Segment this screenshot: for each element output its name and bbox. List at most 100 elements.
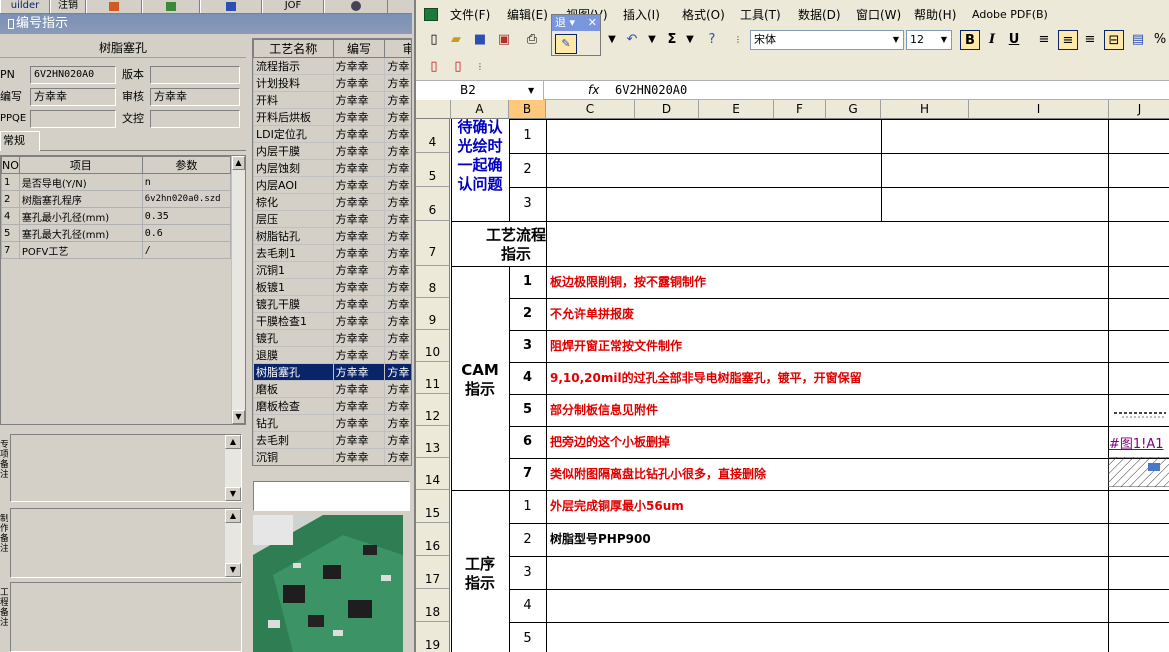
row-header[interactable]: 7 [416, 221, 450, 266]
row-header[interactable]: 17 [416, 556, 450, 589]
params-row[interactable]: 1 是否导电(Y/N) n [1, 173, 232, 191]
currency-icon[interactable]: ▤ [1128, 30, 1148, 50]
process-number-cell[interactable]: 4 [509, 589, 546, 622]
merge-center-icon[interactable]: ⊟ [1104, 30, 1124, 50]
menu-file[interactable]: 文件(F) [450, 4, 490, 26]
pdf-email-icon[interactable]: ▯ [448, 57, 468, 77]
font-size-select[interactable]: 12 ▼ [906, 30, 952, 50]
chevron-down-icon[interactable]: ▼ [937, 31, 951, 49]
process-row[interactable]: 开料 方幸幸 方幸 [253, 91, 411, 109]
param-value[interactable]: 0.35 [141, 207, 232, 225]
row-header[interactable]: 11 [416, 362, 450, 394]
scroll-up-icon[interactable]: ▲ [232, 156, 245, 170]
params-row[interactable]: 4 塞孔最小孔径(mm) 0.35 [1, 207, 232, 225]
menu-insert[interactable]: 插入(I) [623, 4, 660, 26]
process-row[interactable]: 镀孔 方幸幸 方幸 [253, 329, 411, 347]
scroll-up-icon[interactable]: ▲ [225, 435, 241, 449]
scroll-up-icon[interactable]: ▲ [225, 509, 241, 523]
select-all-corner[interactable] [416, 100, 451, 119]
align-left-icon[interactable]: ≡ [1034, 30, 1054, 50]
spreadsheet[interactable]: A B C D E F G H I J 4 5 6 7 8 9 10 11 12 13 14 15 16… [416, 100, 1169, 652]
scroll-down-icon[interactable]: ▼ [225, 563, 241, 577]
row-header[interactable]: 13 [416, 426, 450, 458]
menu-help[interactable]: 帮助(H) [914, 4, 956, 26]
menu-edit[interactable]: 编辑(E) [507, 4, 548, 26]
name-box-dropdown-icon[interactable]: ▼ [528, 81, 534, 100]
app-menu-jof[interactable]: JOF [262, 0, 324, 13]
process-row[interactable]: LDI定位孔 方幸幸 方幸 [253, 125, 411, 143]
process-row[interactable]: 计划投料 方幸幸 方幸 [253, 74, 411, 92]
col-header[interactable]: J [1109, 100, 1169, 119]
col-header[interactable]: B [509, 100, 546, 119]
cam-number-cell[interactable]: 4 [509, 362, 546, 394]
menu-data[interactable]: 数据(D) [798, 4, 841, 26]
row-header[interactable]: 18 [416, 589, 450, 622]
process-row[interactable]: 树脂钻孔 方幸幸 方幸 [253, 227, 411, 245]
cam-number-cell[interactable]: 7 [509, 458, 546, 490]
ppqe-field[interactable] [30, 110, 116, 128]
row-header[interactable]: 5 [416, 153, 450, 187]
process-row[interactable]: 干膜检查1 方幸幸 方幸 [253, 312, 411, 330]
row-header[interactable]: 19 [416, 622, 450, 652]
cam-number-cell[interactable]: 2 [509, 298, 546, 330]
process-row[interactable]: 层压 方幸幸 方幸 [253, 210, 411, 228]
hyperlink-figure[interactable]: #图1!A1 [1109, 433, 1164, 452]
process-row[interactable]: 开料后烘板 方幸幸 方幸 [253, 108, 411, 126]
confirm-number-cell[interactable]: 1 [509, 119, 546, 153]
excel-app-icon[interactable] [424, 8, 438, 21]
cam-instruction-cell[interactable]: 阻焊开窗正常按文件制作 [550, 330, 1090, 362]
process-number-cell[interactable]: 2 [509, 523, 546, 556]
attachment-thumbnail[interactable] [1108, 403, 1169, 425]
undo-dropdown-icon[interactable]: ▼ [642, 30, 662, 50]
params-scrollbar[interactable]: ▲ ▼ [231, 156, 245, 424]
params-row[interactable]: 5 塞孔最大孔径(mm) 0.6 [1, 224, 232, 242]
scroll-down-icon[interactable]: ▼ [225, 487, 241, 501]
cam-number-cell[interactable]: 1 [509, 266, 546, 298]
process-instruction-cell[interactable]: 外层完成铜厚最小56um [550, 490, 1090, 523]
cam-number-cell[interactable]: 5 [509, 394, 546, 426]
engineering-remark-field[interactable] [10, 582, 242, 652]
param-value[interactable]: n [141, 173, 232, 191]
process-row[interactable]: 去毛刺1 方幸幸 方幸 [253, 244, 411, 262]
confirm-number-cell[interactable]: 2 [509, 153, 546, 187]
cam-instruction-cell[interactable]: 9,10,20mil的过孔全部非导电树脂塞孔，镀平，开窗保留 [550, 362, 1090, 394]
print-icon[interactable]: ⎙ [522, 30, 542, 50]
col-header[interactable]: I [969, 100, 1109, 119]
italic-icon[interactable]: I [982, 30, 1002, 50]
col-header[interactable]: D [635, 100, 699, 119]
process-row[interactable]: 磨板检查 方幸幸 方幸 [253, 397, 411, 415]
new-icon[interactable]: ▯ [424, 30, 444, 50]
chevron-down-icon[interactable]: ▼ [889, 31, 903, 49]
row-header[interactable]: 14 [416, 458, 450, 490]
save-icon[interactable]: ■ [470, 30, 490, 50]
process-instruction-cell[interactable] [550, 589, 1090, 622]
remark-scrollbar[interactable]: ▲ ▼ [225, 435, 241, 501]
param-value[interactable]: 6v2hn020a0.szd [141, 190, 232, 208]
app-menu-builder[interactable]: uilder [0, 0, 50, 13]
process-row[interactable]: 镀孔干膜 方幸幸 方幸 [253, 295, 411, 313]
col-header[interactable]: A [451, 100, 509, 119]
col-header[interactable]: C [546, 100, 635, 119]
cam-number-cell[interactable]: 3 [509, 330, 546, 362]
app-menu-logout[interactable]: 注销 [50, 0, 86, 13]
review-field[interactable]: 方幸幸 [150, 88, 240, 106]
process-row[interactable]: 内层蚀刻 方幸幸 方幸 [253, 159, 411, 177]
param-value[interactable]: / [141, 241, 232, 259]
process-row[interactable]: 沉铜1 方幸幸 方幸 [253, 261, 411, 279]
close-icon[interactable]: ✕ [588, 15, 597, 31]
row-header[interactable]: 4 [416, 119, 450, 153]
author-field[interactable]: 方幸幸 [30, 88, 116, 106]
params-row[interactable]: 2 树脂塞孔程序 6v2hn020a0.szd [1, 190, 232, 208]
process-row[interactable]: 退膜 方幸幸 方幸 [253, 346, 411, 364]
process-number-cell[interactable]: 5 [509, 622, 546, 652]
col-header[interactable]: G [826, 100, 881, 119]
app-menu-icon-3[interactable] [200, 0, 262, 13]
process-number-cell[interactable]: 3 [509, 556, 546, 589]
menu-adobe-pdf[interactable]: Adobe PDF(B) [972, 4, 1048, 26]
menu-format[interactable]: 格式(O) [682, 4, 725, 26]
row-header[interactable]: 10 [416, 330, 450, 362]
pn-field[interactable]: 6V2HN020A0 [30, 66, 116, 84]
font-name-select[interactable]: 宋体 ▼ [750, 30, 904, 50]
process-number-cell[interactable]: 1 [509, 490, 546, 523]
process-row[interactable]: 树脂塞孔 方幸幸 方幸 [253, 363, 411, 381]
